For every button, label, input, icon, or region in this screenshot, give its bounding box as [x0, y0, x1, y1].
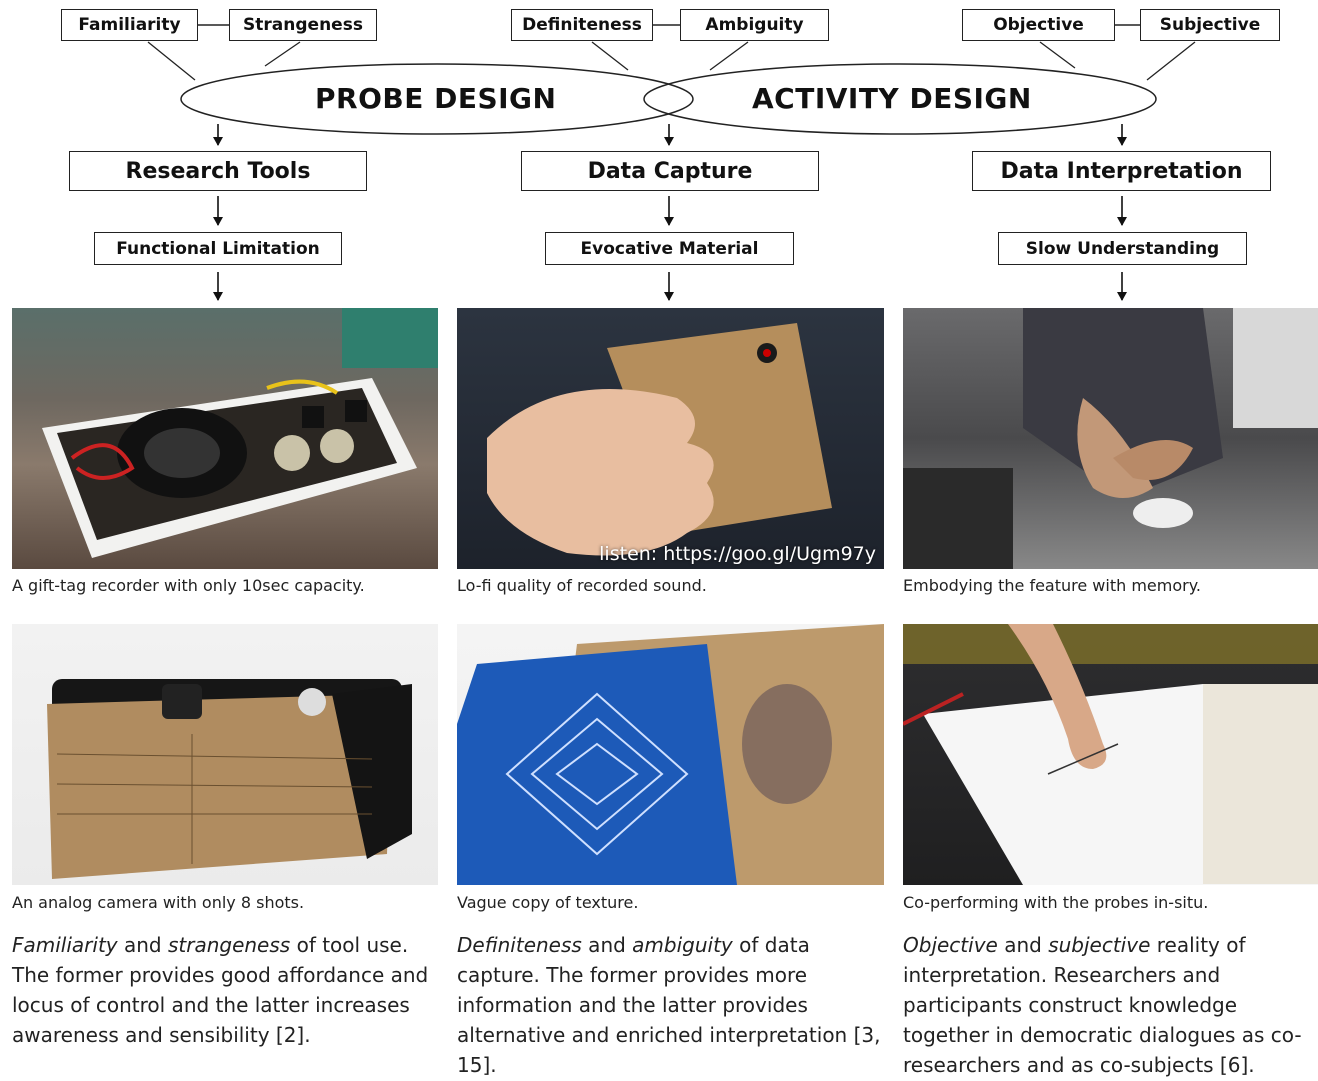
caption-embodying: Embodying the feature with memory.	[903, 576, 1201, 595]
ambiguity-label: Ambiguity	[705, 15, 804, 35]
slow-understanding-box: Slow Understanding	[998, 232, 1247, 265]
evocative-material-box: Evocative Material	[545, 232, 794, 265]
data-interpretation-label: Data Interpretation	[1000, 158, 1243, 184]
data-interpretation-box: Data Interpretation	[972, 151, 1271, 191]
lofi-sound-photo: listen: https://goo.gl/Ugm97y	[457, 308, 884, 569]
vague-texture-photo	[457, 624, 884, 885]
para-conjunction: and	[117, 933, 168, 957]
caption-co-performing: Co-performing with the probes in-situ.	[903, 893, 1209, 912]
term-subjective: subjective	[1048, 933, 1151, 957]
objective-box: Objective	[962, 9, 1115, 41]
paragraph-interpretation: Objective and subjective reality of inte…	[903, 930, 1315, 1080]
term-strangeness: strangeness	[167, 933, 291, 957]
familiarity-box: Familiarity	[61, 9, 198, 41]
embodying-feature-photo	[903, 308, 1318, 569]
term-objective: Objective	[903, 933, 998, 957]
slow-understanding-label: Slow Understanding	[1025, 238, 1220, 259]
definiteness-label: Definiteness	[522, 15, 642, 35]
paragraph-data-capture: Definiteness and ambiguity of data captu…	[457, 930, 882, 1080]
functional-limitation-box: Functional Limitation	[94, 232, 342, 265]
functional-limitation-label: Functional Limitation	[116, 238, 320, 259]
caption-analog-camera: An analog camera with only 8 shots.	[12, 893, 305, 912]
data-capture-label: Data Capture	[587, 158, 753, 184]
research-tools-label: Research Tools	[125, 158, 311, 184]
co-performing-photo	[903, 624, 1318, 885]
subjective-label: Subjective	[1159, 15, 1261, 35]
caption-lofi-sound: Lo-fi quality of recorded sound.	[457, 576, 707, 595]
ambiguity-box: Ambiguity	[680, 9, 829, 41]
research-tools-box: Research Tools	[69, 151, 367, 191]
analog-camera-photo	[12, 624, 438, 885]
probe-design-label: PROBE DESIGN	[315, 82, 557, 115]
gift-tag-recorder-photo	[12, 308, 438, 569]
evocative-material-label: Evocative Material	[580, 238, 759, 259]
para-conjunction: and	[997, 933, 1049, 957]
para-conjunction: and	[581, 933, 633, 957]
strangeness-label: Strangeness	[243, 15, 363, 35]
paragraph-tool-use: Familiarity and strangeness of tool use.…	[12, 930, 442, 1050]
term-ambiguity: ambiguity	[632, 933, 733, 957]
subjective-box: Subjective	[1140, 9, 1280, 41]
objective-label: Objective	[993, 15, 1084, 35]
term-familiarity: Familiarity	[12, 933, 118, 957]
caption-gift-tag-recorder: A gift-tag recorder with only 10sec capa…	[12, 576, 365, 595]
term-definiteness: Definiteness	[457, 933, 582, 957]
caption-vague-texture: Vague copy of texture.	[457, 893, 639, 912]
listen-link-overlay: listen: https://goo.gl/Ugm97y	[599, 543, 876, 565]
definiteness-box: Definiteness	[511, 9, 653, 41]
data-capture-box: Data Capture	[521, 151, 819, 191]
familiarity-label: Familiarity	[78, 15, 181, 35]
strangeness-box: Strangeness	[229, 9, 377, 41]
activity-design-label: ACTIVITY DESIGN	[752, 82, 1032, 115]
